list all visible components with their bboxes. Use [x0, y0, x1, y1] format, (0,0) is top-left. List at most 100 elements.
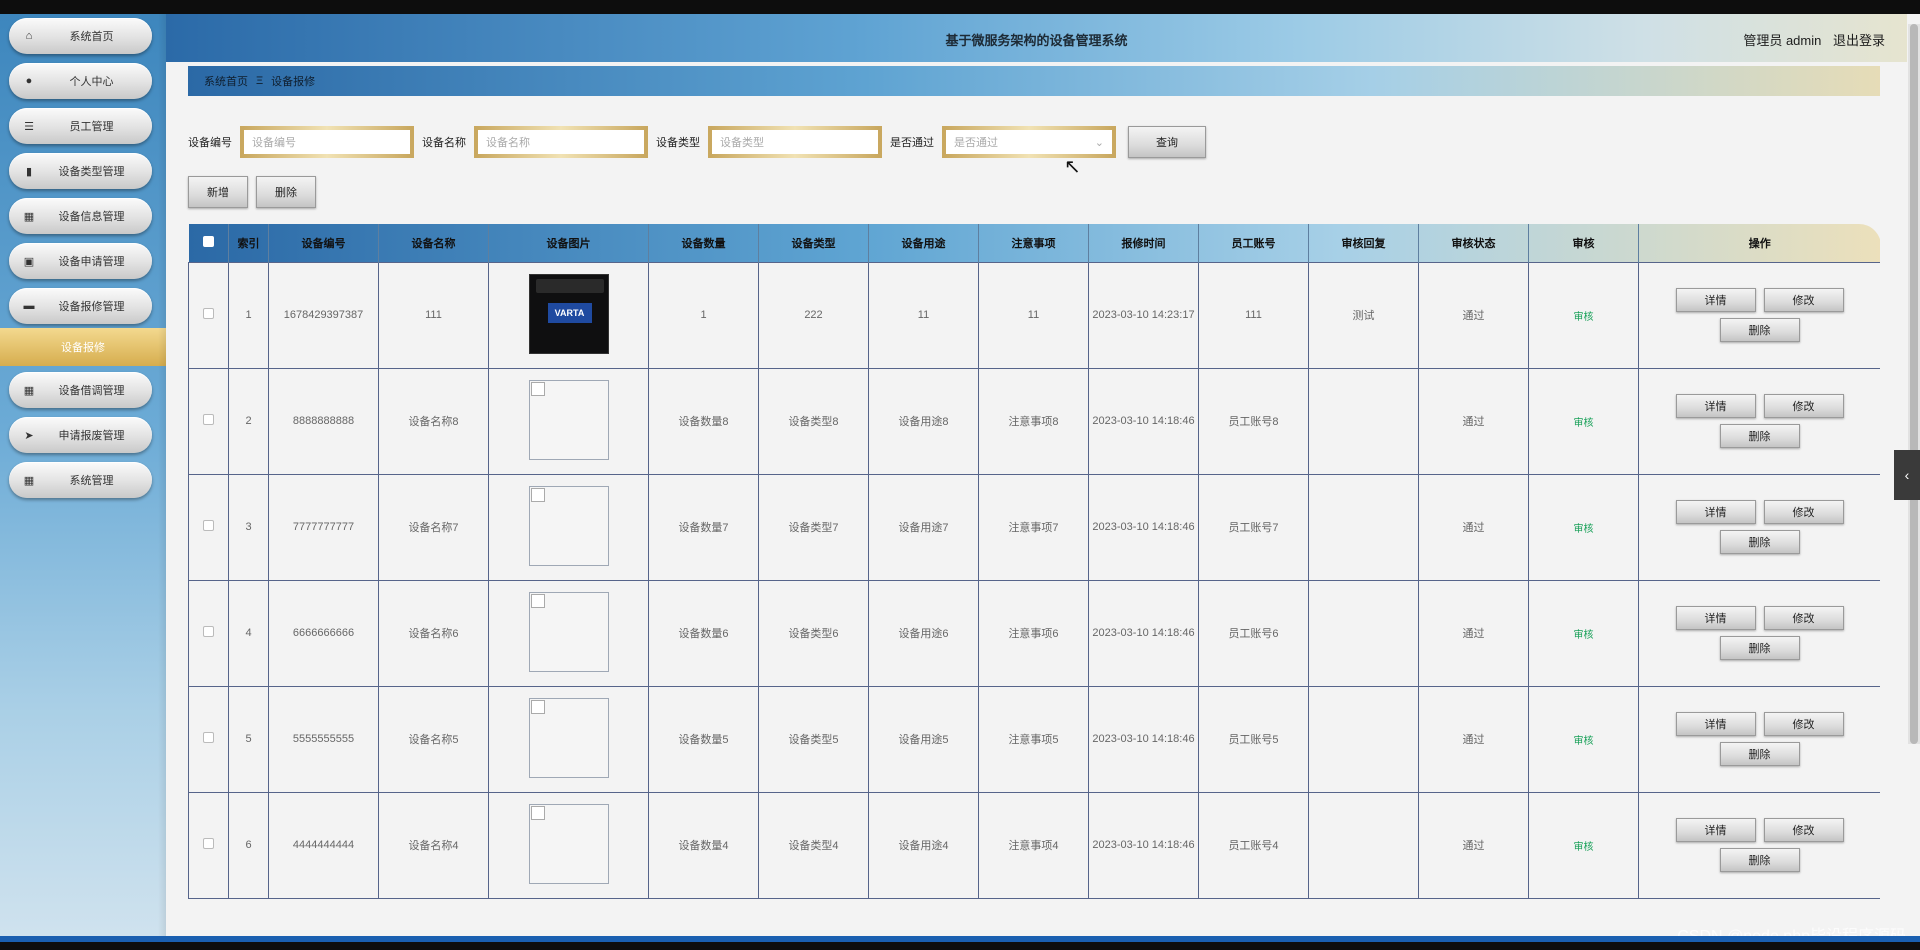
row-checkbox[interactable] — [203, 732, 214, 743]
cell-note: 注意事项6 — [978, 579, 1089, 687]
detail-button[interactable]: 详情 — [1675, 394, 1756, 418]
row-checkbox-cell[interactable] — [188, 367, 229, 475]
delete-button[interactable]: 删除 — [1719, 530, 1800, 554]
cell-time: 2023-03-10 14:18:46 — [1088, 367, 1199, 475]
cell-audit[interactable]: 审核 — [1528, 685, 1639, 793]
row-checkbox-cell[interactable] — [188, 579, 229, 687]
sidebar-subitem-repair-active[interactable]: 设备报修 — [0, 328, 166, 366]
sidebar-item-device-info[interactable]: ▦ 设备信息管理 — [9, 198, 152, 234]
select-all-checkbox[interactable] — [202, 235, 214, 247]
sidebar-item-profile[interactable]: ● 个人中心 — [9, 63, 152, 99]
cell-name: 设备名称5 — [378, 685, 489, 793]
collapse-panel-icon[interactable]: ‹ — [1894, 450, 1920, 500]
sidebar-item-device-repair[interactable]: ▬ 设备报修管理 — [9, 288, 152, 324]
sidebar-item-label: 设备借调管理 — [58, 385, 125, 397]
delete-button[interactable]: 删除 — [1719, 424, 1800, 448]
edit-button[interactable]: 修改 — [1763, 500, 1844, 524]
delete-button[interactable]: 删除 — [1719, 318, 1800, 342]
col-actions: 操作 — [1748, 237, 1771, 250]
row-checkbox[interactable] — [203, 626, 214, 637]
cell-qty: 设备数量4 — [648, 791, 759, 899]
cell-type: 设备类型5 — [758, 685, 869, 793]
sidebar-item-device-loan[interactable]: ▦ 设备借调管理 — [9, 372, 152, 408]
delete-button[interactable]: 删除 — [1719, 848, 1800, 872]
cell-account: 员工账号8 — [1198, 367, 1309, 475]
table-row: 3 7777777777 设备名称7 设备数量7 设备类型7 设备用途7 注意事项7 2023… — [188, 473, 1880, 581]
row-checkbox-cell[interactable] — [188, 261, 229, 369]
row-checkbox-cell[interactable] — [188, 791, 229, 899]
cell-audit[interactable]: 审核 — [1528, 473, 1639, 581]
device-type-input[interactable]: 设备类型 — [708, 126, 882, 158]
select-all-checkbox-cell[interactable] — [188, 224, 229, 262]
cell-actions: 详情 修改删除 — [1638, 579, 1880, 687]
sidebar-item-home[interactable]: ⌂ 系统首页 — [9, 18, 152, 54]
row-checkbox[interactable] — [203, 308, 214, 319]
scrollbar[interactable] — [1908, 24, 1920, 744]
edit-button[interactable]: 修改 — [1763, 288, 1844, 312]
edit-button[interactable]: 修改 — [1763, 818, 1844, 842]
sidebar-shadow — [158, 14, 166, 936]
sidebar-item-system[interactable]: ▦ 系统管理 — [9, 462, 152, 498]
query-button[interactable]: 查询 — [1128, 126, 1206, 158]
broken-image-icon — [530, 487, 545, 502]
sidebar-item-label: 申请报废管理 — [58, 430, 125, 442]
bulk-delete-button[interactable]: 删除 — [256, 176, 316, 208]
table-body: 1 1678429397387 111 VARTA 1 222 11 11 2023-03-10… — [188, 261, 1880, 899]
col-qty: 设备数量 — [648, 224, 759, 262]
sidebar-item-staff[interactable]: ☰ 员工管理 — [9, 108, 152, 144]
sidebar-item-scrap-apply[interactable]: ➤ 申请报废管理 — [9, 417, 152, 453]
table-row: 5 5555555555 设备名称5 设备数量5 设备类型5 设备用途5 注意事项5 2023… — [188, 685, 1880, 793]
sidebar-item-device-apply[interactable]: ▣ 设备申请管理 — [9, 243, 152, 279]
cell-audit[interactable]: 审核 — [1528, 367, 1639, 475]
broken-image — [528, 591, 609, 672]
delete-button[interactable]: 删除 — [1719, 742, 1800, 766]
cell-audit[interactable]: 审核 — [1528, 791, 1639, 899]
col-code: 设备编号 — [268, 224, 379, 262]
device-code-input[interactable]: 设备编号 — [240, 126, 414, 158]
edit-button[interactable]: 修改 — [1763, 606, 1844, 630]
cell-time: 2023-03-10 14:18:46 — [1088, 685, 1199, 793]
cell-reply — [1308, 367, 1419, 475]
row-checkbox[interactable] — [203, 414, 214, 425]
table-row: 1 1678429397387 111 VARTA 1 222 11 11 2023-03-10… — [188, 261, 1880, 369]
row-actions: 详情 修改删除 — [1639, 712, 1880, 766]
detail-button[interactable]: 详情 — [1675, 606, 1756, 630]
bar-chart-icon: ▮ — [25, 165, 33, 178]
row-checkbox-cell[interactable] — [188, 473, 229, 581]
cell-audit[interactable]: 审核 — [1528, 261, 1639, 369]
cell-status: 通过 — [1418, 685, 1529, 793]
detail-button[interactable]: 详情 — [1675, 712, 1756, 736]
sidebar-item-device-type[interactable]: ▮ 设备类型管理 — [9, 153, 152, 189]
breadcrumb-home[interactable]: 系统首页 — [204, 73, 248, 89]
row-checkbox-cell[interactable] — [188, 685, 229, 793]
sidebar-item-label: 设备类型管理 — [58, 166, 125, 178]
row-checkbox[interactable] — [203, 520, 214, 531]
logout-link[interactable]: 退出登录 — [1833, 33, 1885, 48]
chevron-down-icon: ⌄ — [1094, 136, 1104, 149]
sidebar-item-label: 个人中心 — [69, 76, 114, 88]
detail-button[interactable]: 详情 — [1675, 818, 1756, 842]
cell-usage: 11 — [868, 261, 979, 369]
device-name-input[interactable]: 设备名称 — [474, 126, 648, 158]
cell-usage: 设备用途5 — [868, 685, 979, 793]
cell-audit[interactable]: 审核 — [1528, 579, 1639, 687]
scrollbar-thumb[interactable] — [1910, 24, 1918, 744]
edit-button[interactable]: 修改 — [1763, 394, 1844, 418]
row-checkbox[interactable] — [203, 838, 214, 849]
cell-time: 2023-03-10 14:23:17 — [1088, 261, 1199, 369]
cell-actions: 详情 修改删除 — [1638, 473, 1880, 581]
cell-image — [488, 473, 649, 581]
delete-button[interactable]: 删除 — [1719, 636, 1800, 660]
add-button[interactable]: 新增 — [188, 176, 248, 208]
edit-button[interactable]: 修改 — [1763, 712, 1844, 736]
approved-select[interactable]: 是否通过 ⌄ — [942, 126, 1116, 158]
detail-button[interactable]: 详情 — [1675, 288, 1756, 312]
cell-note: 注意事项8 — [978, 367, 1089, 475]
breadcrumb-separator: Ξ — [256, 75, 264, 87]
cell-time: 2023-03-10 14:18:46 — [1088, 473, 1199, 581]
broken-image-icon — [530, 381, 545, 396]
cell-note: 注意事项5 — [978, 685, 1089, 793]
list-icon: ☰ — [24, 120, 34, 133]
detail-button[interactable]: 详情 — [1675, 500, 1756, 524]
cell-image: VARTA — [488, 261, 649, 369]
